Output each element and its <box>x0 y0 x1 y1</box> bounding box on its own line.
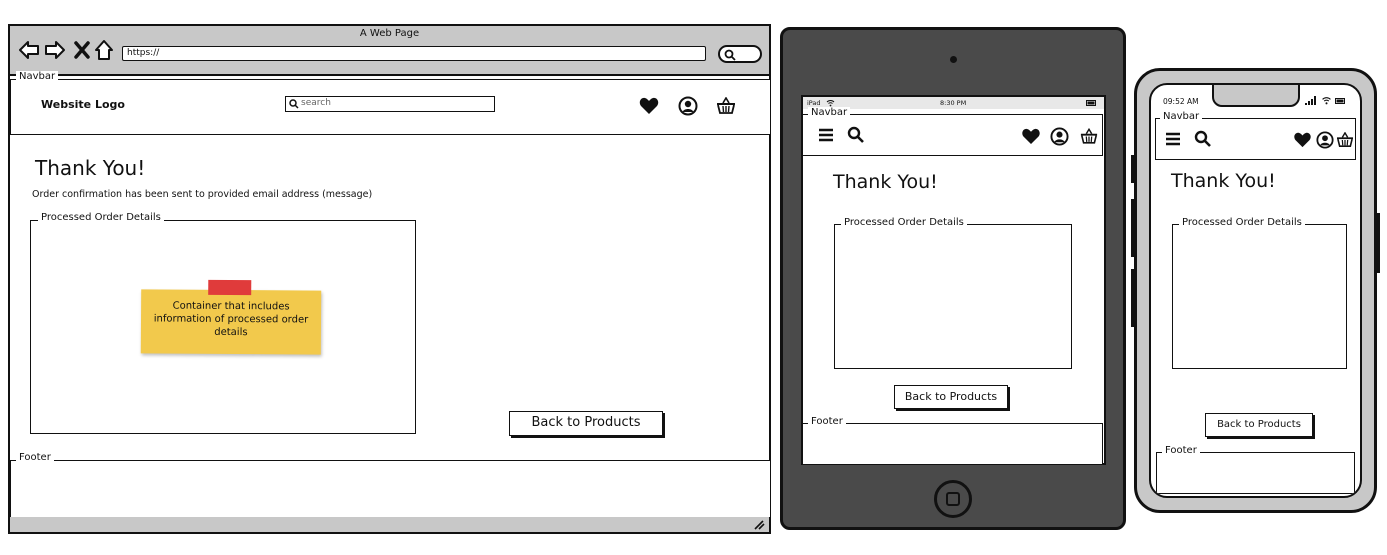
battery-icon <box>1335 98 1346 104</box>
home-icon[interactable] <box>94 39 114 61</box>
phone-side-button <box>1131 155 1134 183</box>
navbar-label: Navbar <box>16 71 59 83</box>
desktop-footer <box>10 460 771 518</box>
footer-label: Footer <box>16 452 54 464</box>
basket-icon[interactable] <box>716 97 736 115</box>
close-icon[interactable] <box>74 41 90 59</box>
search-icon <box>724 49 736 61</box>
hamburger-icon[interactable] <box>1165 132 1181 146</box>
user-icon[interactable] <box>1050 127 1069 146</box>
phone-side-button <box>1131 199 1134 257</box>
wifi-icon <box>826 99 835 107</box>
search-icon[interactable] <box>847 126 865 144</box>
footer-label: Footer <box>1162 445 1200 457</box>
phone-side-button <box>1377 213 1380 273</box>
forward-arrow-icon[interactable] <box>44 40 66 60</box>
tablet-footer <box>802 423 1103 465</box>
tablet-home-button[interactable] <box>934 480 972 518</box>
tape-strip <box>208 279 252 296</box>
sticky-note: Container that includes information of p… <box>140 279 322 355</box>
phone-notch <box>1212 85 1300 107</box>
tablet-screen: iPad 8:30 PM Navbar Thank You! Processed… <box>801 95 1106 465</box>
processed-order-details-container <box>834 224 1072 369</box>
browser-title-bar: A Web Page https:// <box>10 26 769 76</box>
status-time: 09:52 AM <box>1163 97 1199 106</box>
tablet-navbar <box>802 114 1103 156</box>
phone-navbar <box>1155 118 1356 160</box>
browser-status-bar <box>10 517 769 532</box>
back-to-products-button[interactable]: Back to Products <box>894 385 1008 409</box>
page-title: Thank You! <box>35 156 146 180</box>
window-title: A Web Page <box>359 28 420 39</box>
home-button-square <box>946 492 960 506</box>
basket-icon[interactable] <box>1336 132 1354 148</box>
processed-order-details-container <box>1172 224 1347 369</box>
details-label: Processed Order Details <box>38 212 164 224</box>
search-field[interactable]: search <box>285 96 495 112</box>
page-title: Thank You! <box>833 171 938 193</box>
battery-icon <box>1086 100 1097 106</box>
sticky-note-text: Container that includes information of p… <box>153 300 309 339</box>
heart-icon[interactable] <box>1021 128 1041 145</box>
wifi-icon <box>1321 96 1332 105</box>
back-to-products-button[interactable]: Back to Products <box>509 411 663 436</box>
url-text: https:// <box>127 48 160 58</box>
user-icon[interactable] <box>678 96 698 116</box>
search-icon[interactable] <box>1194 130 1212 148</box>
desktop-browser-window: A Web Page https:// Website Logo search … <box>8 24 771 534</box>
details-label: Processed Order Details <box>1179 217 1305 229</box>
phone-footer <box>1156 452 1355 494</box>
phone-side-button <box>1131 269 1134 327</box>
tablet-device: iPad 8:30 PM Navbar Thank You! Processed… <box>780 27 1126 530</box>
signal-icon <box>1305 96 1317 105</box>
details-label: Processed Order Details <box>841 217 967 229</box>
processed-order-details-container: Container that includes information of p… <box>30 220 416 434</box>
hamburger-icon[interactable] <box>818 128 834 142</box>
heart-icon[interactable] <box>639 97 659 115</box>
search-placeholder: search <box>301 98 331 108</box>
navbar-label: Navbar <box>1160 111 1203 123</box>
phone-screen: 09:52 AM Navbar Thank You! Processed Ord… <box>1149 83 1362 498</box>
footer-label: Footer <box>808 416 846 428</box>
basket-icon[interactable] <box>1080 128 1098 145</box>
navbar-label: Navbar <box>808 107 851 119</box>
back-to-products-button[interactable]: Back to Products <box>1205 413 1313 437</box>
url-bar[interactable]: https:// <box>122 46 706 61</box>
resize-handle-icon[interactable] <box>753 519 765 530</box>
confirmation-message: Order confirmation has been sent to prov… <box>32 189 373 200</box>
status-time: 8:30 PM <box>940 99 967 107</box>
back-arrow-icon[interactable] <box>18 40 40 60</box>
user-icon[interactable] <box>1316 131 1334 149</box>
heart-icon[interactable] <box>1293 132 1312 148</box>
browser-search-button[interactable] <box>718 45 762 63</box>
page-title: Thank You! <box>1171 170 1276 192</box>
website-logo[interactable]: Website Logo <box>41 98 125 111</box>
search-icon <box>289 99 299 109</box>
phone-device: 09:52 AM Navbar Thank You! Processed Ord… <box>1131 68 1380 513</box>
tablet-camera <box>950 56 957 63</box>
desktop-navbar: Website Logo search <box>10 79 771 135</box>
